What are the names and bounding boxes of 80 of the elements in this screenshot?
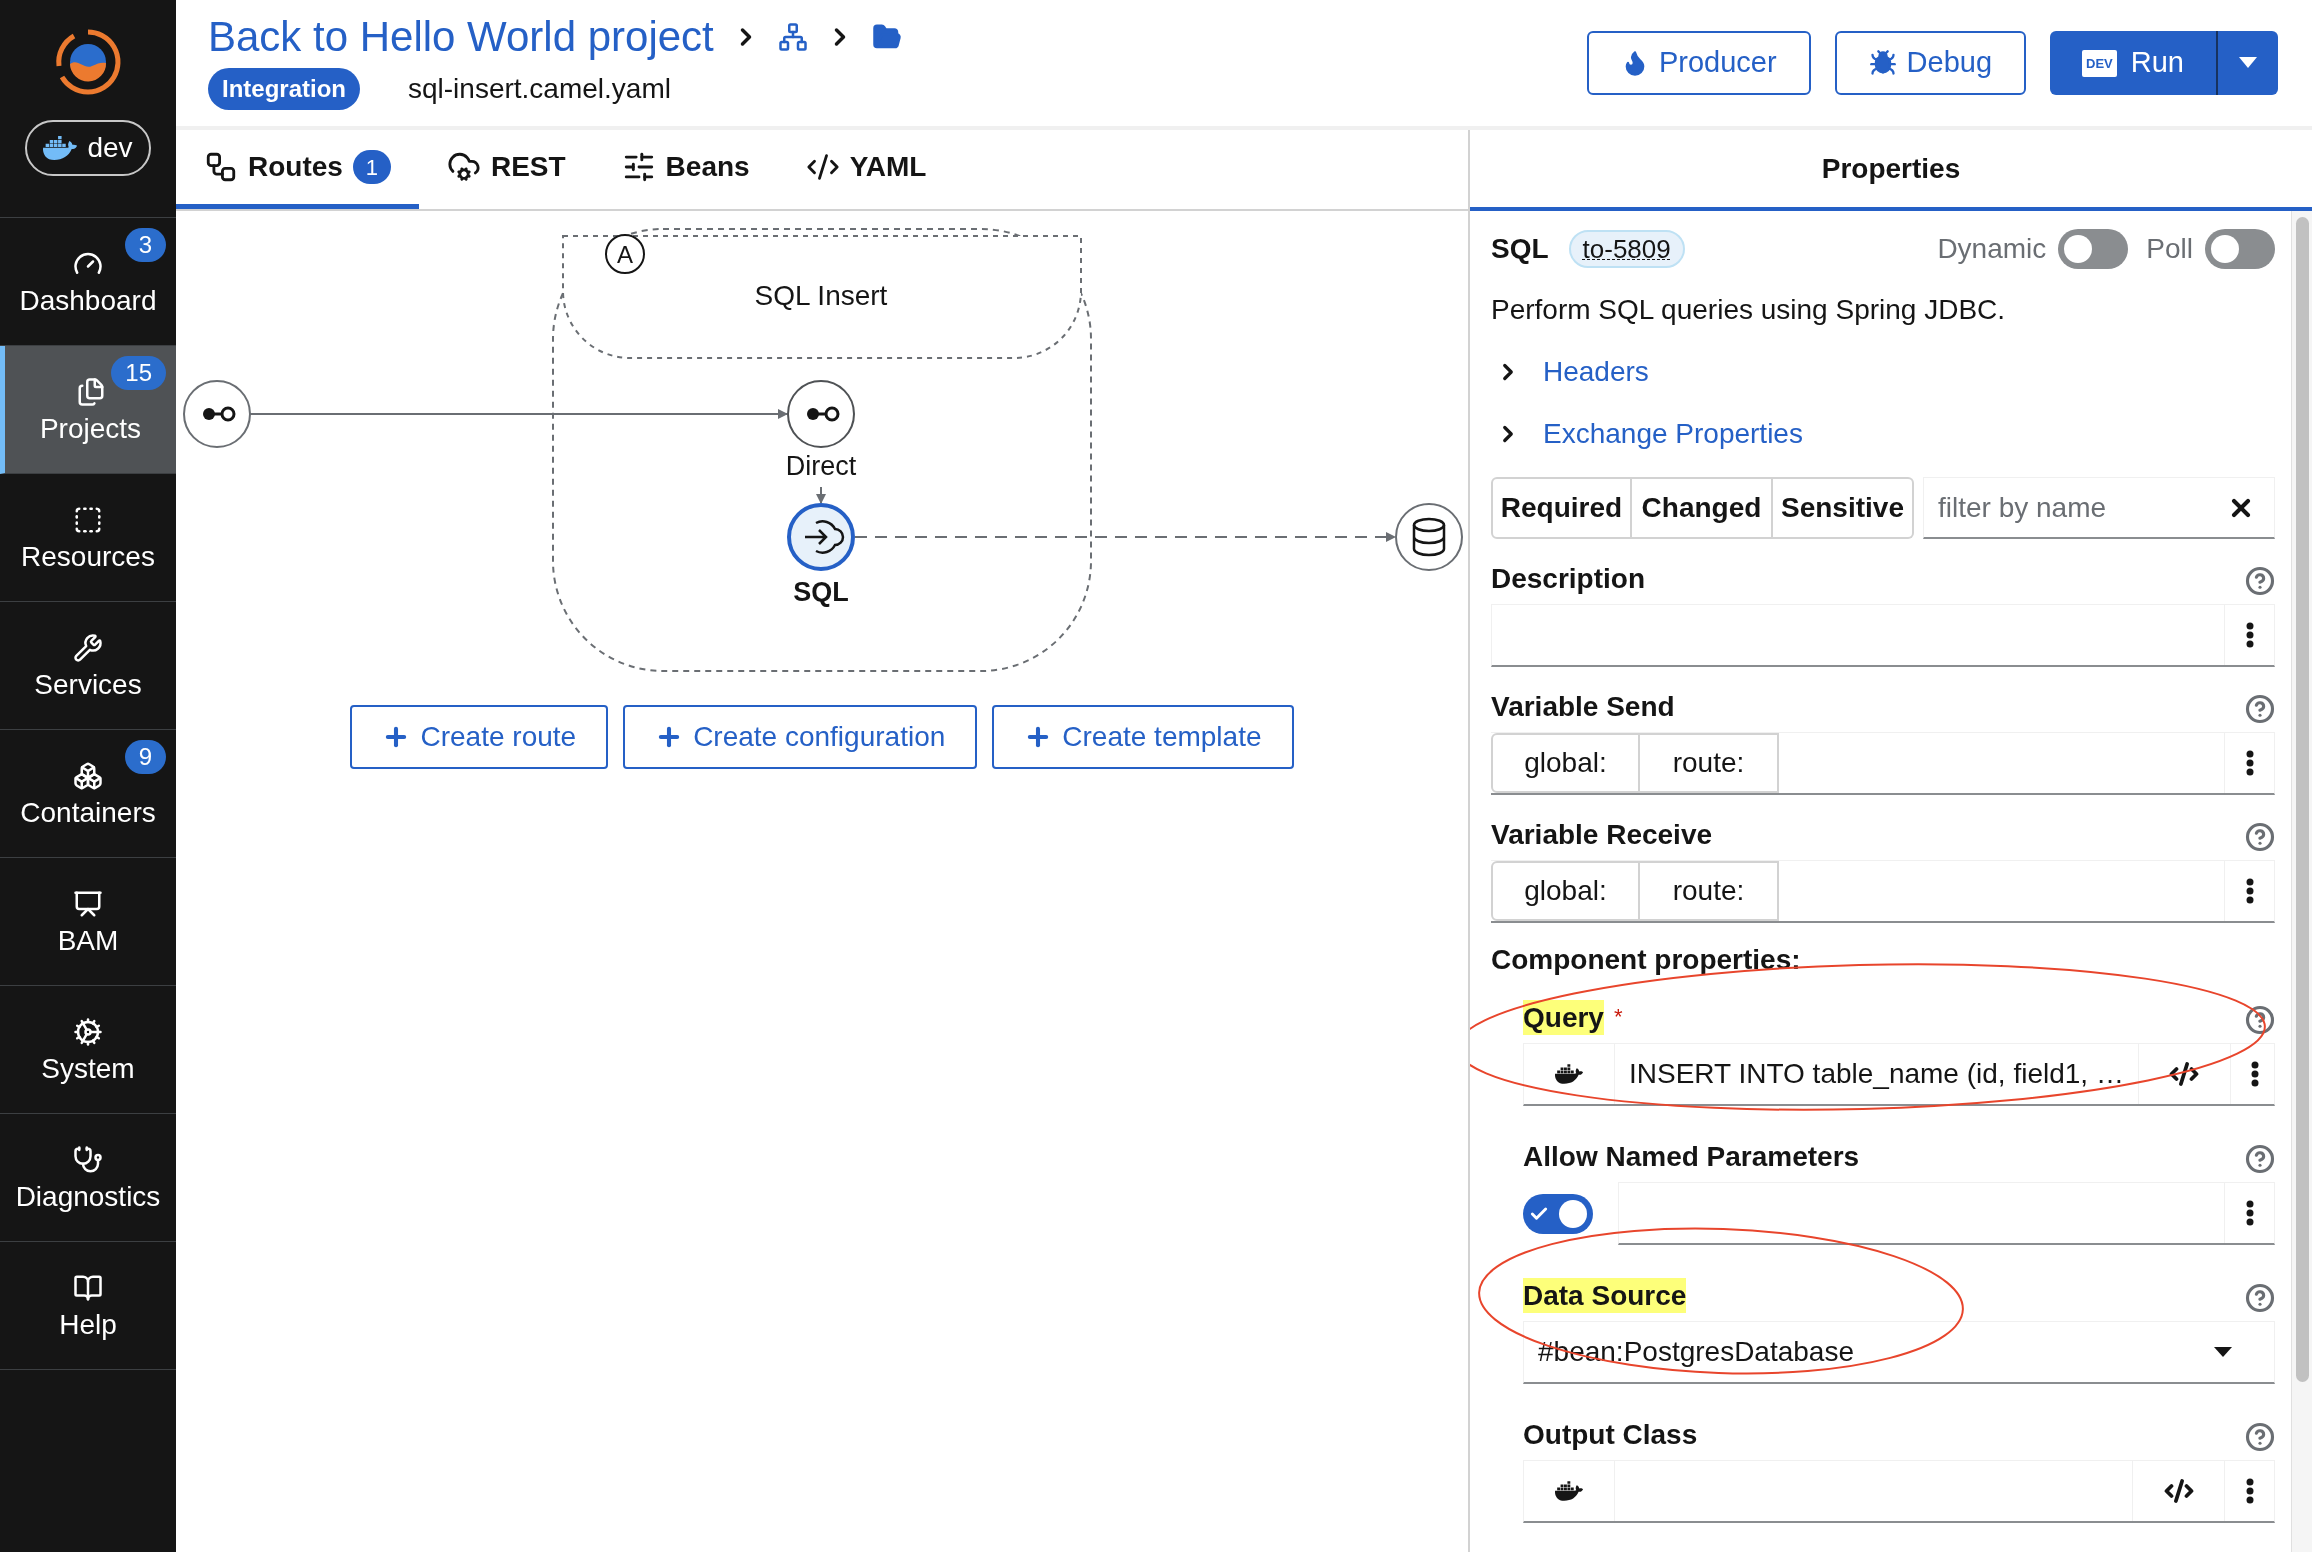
field-label: Description [1491,562,1646,596]
help-icon[interactable] [2245,566,2275,596]
component-description: Perform SQL queries using Spring JDBC. [1491,293,2007,327]
group-marker: A [605,234,645,274]
field-label: Allow Named Parameters [1523,1140,1860,1174]
run-button[interactable]: DEV Run [2050,31,2216,95]
sidebar-item[interactable]: BAM [0,858,176,986]
create-button[interactable]: Create configuration [623,705,978,769]
sidebar-item[interactable]: Help [0,1242,176,1370]
create-button[interactable]: Create route [350,705,609,769]
switch-label: Dynamic [1937,232,2047,266]
sidebar-icon [73,760,103,791]
sidebar-item[interactable]: Resources [0,474,176,602]
node-label: Direct [785,451,857,481]
expandable-section[interactable]: Headers [1491,341,2275,403]
back-link[interactable]: Back to Hello World project [208,16,714,58]
sidebar-item[interactable]: Diagnostics [0,1114,176,1242]
node-label: SQL [793,577,849,607]
toolbar-button[interactable]: Debug [1834,31,2027,95]
bug-icon [1868,49,1897,77]
app-logo [54,28,122,96]
sidebar-item[interactable]: System [0,986,176,1114]
environment-pill[interactable]: dev [25,120,151,176]
direct-node[interactable] [787,380,855,448]
caret-icon [2239,57,2257,69]
help-icon[interactable] [2245,694,2275,724]
create-button[interactable]: Create template [992,705,1294,769]
toggle-switch[interactable] [2058,229,2129,269]
file-name: sql-insert.camel.yaml [408,72,671,106]
help-icon[interactable] [2245,1283,2275,1313]
sidebar-icon [73,632,103,663]
dropdown-toggle[interactable] [2216,31,2278,95]
switch-label: Poll [2146,232,2193,266]
toggle-switch[interactable] [2205,229,2275,269]
scrollbar-thumb[interactable] [2295,217,2309,1382]
section-heading: Component properties: [1491,943,1801,977]
caret-icon [2214,1346,2232,1358]
dev-badge: DEV [2082,49,2117,77]
properties-header: Properties [1470,130,2312,211]
component-name: SQL [1491,232,1549,266]
required-mark: * [1613,1003,1623,1031]
help-icon[interactable] [2245,1144,2275,1174]
expandable-section[interactable]: Exchange Properties [1491,403,2275,465]
sidebar-icon [73,1016,103,1047]
group-title: SQL Insert [754,280,888,311]
help-icon[interactable] [2245,1005,2275,1035]
view-tab[interactable]: Routes 1 [176,130,419,209]
sidebar-icon [73,1144,103,1175]
count-badge: 3 [124,228,166,262]
count-badge: 15 [111,356,166,390]
connector-arrow [816,486,826,504]
count-badge: 1 [352,150,391,184]
field-label: Data Source [1523,1278,1687,1313]
sidebar-item[interactable]: Services [0,602,176,730]
field-label: Output Class [1523,1418,1698,1452]
database-node[interactable] [1395,503,1463,571]
sidebar-item[interactable]: Projects 15 [0,346,176,474]
tab-icon [446,150,481,184]
help-icon[interactable] [2245,1422,2275,1452]
tab-icon [204,150,238,184]
start-node[interactable] [183,380,251,448]
filter-toggle[interactable]: Changed [1632,477,1773,539]
field-label: Variable Send [1491,690,1675,724]
field-label: Variable Receive [1491,818,1713,852]
view-tab[interactable]: Beans [593,130,778,209]
sidebar-item[interactable]: Containers 9 [0,730,176,858]
toolbar-button[interactable]: Producer [1586,31,1811,95]
view-tab[interactable]: REST [418,130,594,209]
toggle-switch[interactable] [1523,1193,1593,1234]
filter-field[interactable]: filter by name [1923,477,2275,539]
type-tag: Integration [208,68,360,110]
id-badge: to-5809 [1568,230,1685,268]
sql-node[interactable] [787,503,855,571]
filter-toggle[interactable]: Required [1491,477,1632,539]
count-badge: 9 [124,740,166,774]
field-label: Query [1523,1000,1604,1035]
filter-toggle[interactable]: Sensitive [1773,477,1914,539]
help-icon[interactable] [2245,822,2275,852]
network-icon[interactable] [777,22,808,52]
view-tab[interactable]: YAML [777,130,955,209]
